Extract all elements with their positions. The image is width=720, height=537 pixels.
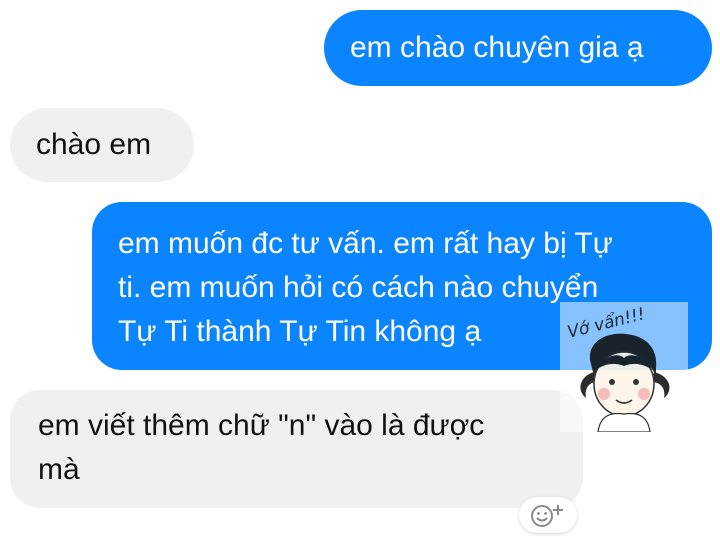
watermark-sticker-image: Vớ vẩn!!! <box>560 302 688 432</box>
smiley-plus-icon <box>531 505 563 527</box>
message-text-line: em viết thêm chữ "n" vào là được <box>38 409 485 442</box>
message-text-line: em muốn đc tư vấn. em rất hay bị Tự <box>118 227 613 260</box>
chat-thread: em chào chuyên gia ạ chào em em muốn đc … <box>0 0 720 537</box>
message-text: chào em <box>36 128 152 161</box>
message-text-line: mà <box>38 453 80 486</box>
sent-message-bubble[interactable]: em chào chuyên gia ạ <box>324 10 712 86</box>
add-reaction-button[interactable] <box>519 497 577 533</box>
message-text: em chào chuyên gia ạ <box>350 31 644 64</box>
received-message-bubble[interactable]: em viết thêm chữ "n" vào là được mà <box>10 390 583 508</box>
received-message-bubble[interactable]: chào em <box>10 108 194 182</box>
